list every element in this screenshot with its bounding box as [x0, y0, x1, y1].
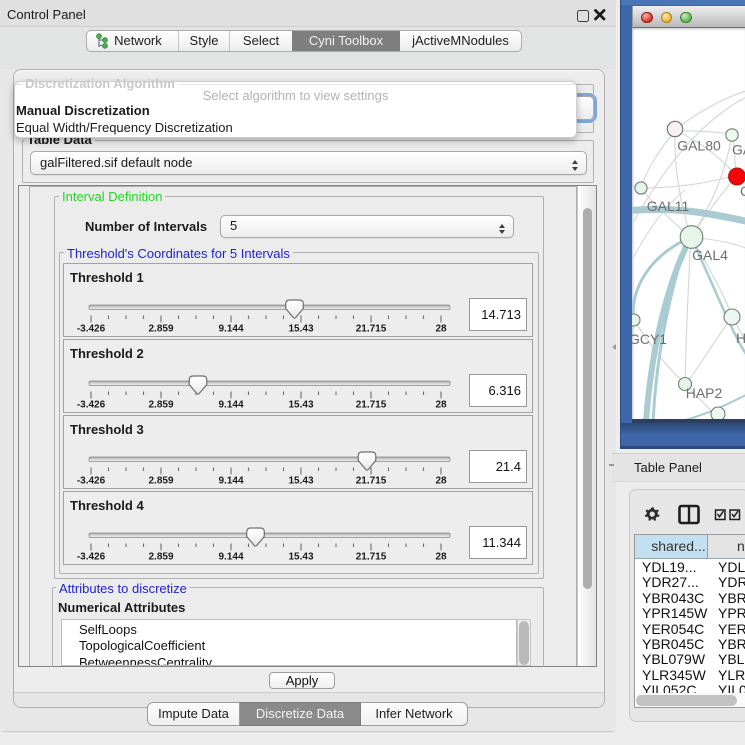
svg-text:28: 28: [435, 400, 447, 411]
svg-text:GCY1: GCY1: [632, 331, 667, 347]
svg-text:9.144: 9.144: [218, 476, 243, 487]
svg-text:9.144: 9.144: [218, 324, 243, 335]
svg-text:28: 28: [435, 552, 447, 563]
svg-text:15.43: 15.43: [288, 552, 313, 563]
svg-text:CY: CY: [740, 183, 745, 199]
svg-text:2.859: 2.859: [148, 552, 173, 563]
svg-text:H: H: [736, 330, 745, 346]
svg-text:GAL7: GAL7: [732, 142, 745, 158]
svg-text:28: 28: [435, 476, 447, 487]
svg-text:GAL11: GAL11: [647, 198, 690, 214]
svg-text:-3.426: -3.426: [77, 552, 106, 563]
svg-text:GAL4: GAL4: [692, 247, 728, 263]
svg-text:GAL80: GAL80: [677, 138, 721, 154]
svg-text:-3.426: -3.426: [77, 400, 106, 411]
svg-text:9.144: 9.144: [218, 400, 243, 411]
svg-text:2.859: 2.859: [148, 400, 173, 411]
svg-text:-3.426: -3.426: [77, 476, 106, 487]
svg-text:28: 28: [435, 324, 447, 335]
svg-text:2.859: 2.859: [148, 476, 173, 487]
svg-text:15.43: 15.43: [288, 400, 313, 411]
svg-text:HAP2: HAP2: [686, 385, 723, 401]
svg-text:21.715: 21.715: [356, 324, 387, 335]
svg-text:21.715: 21.715: [356, 476, 387, 487]
svg-text:-3.426: -3.426: [77, 324, 106, 335]
svg-text:21.715: 21.715: [356, 400, 387, 411]
svg-text:2.859: 2.859: [148, 324, 173, 335]
svg-text:21.715: 21.715: [356, 552, 387, 563]
svg-text:15.43: 15.43: [288, 476, 313, 487]
svg-text:9.144: 9.144: [218, 552, 243, 563]
svg-text:15.43: 15.43: [288, 324, 313, 335]
